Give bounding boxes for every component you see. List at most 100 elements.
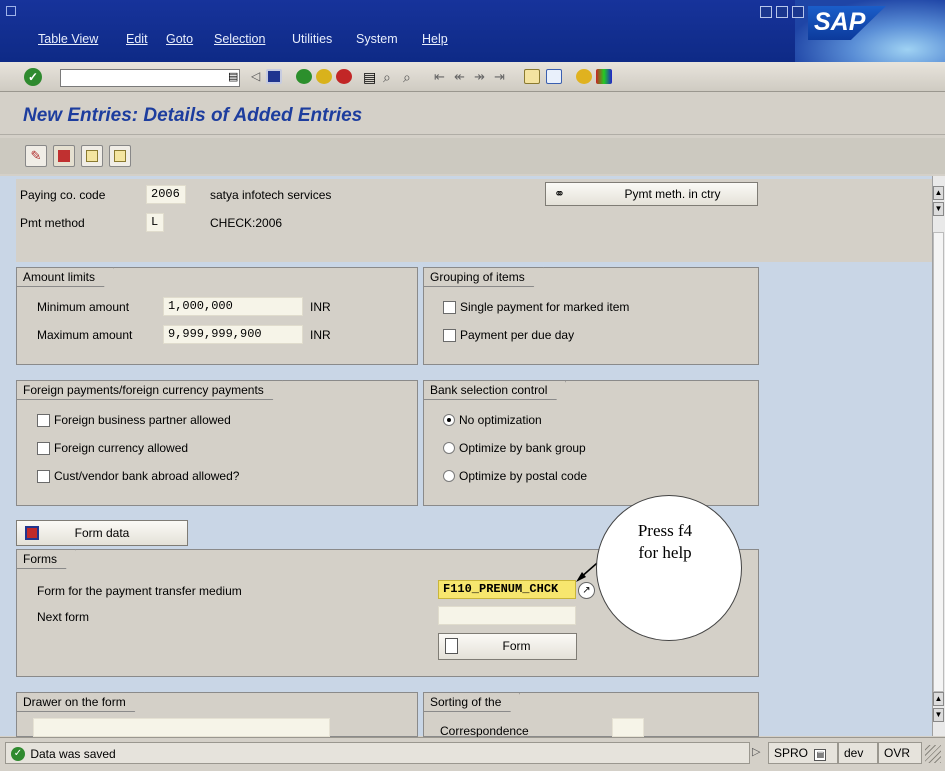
scroll-down-button[interactable]: ▼ (933, 202, 944, 216)
form-data-label: Form data (74, 526, 130, 540)
drawer-title: Drawer on the form (16, 692, 145, 712)
foreign-currency-label: Foreign currency allowed (54, 441, 189, 455)
per-due-day-label: Payment per due day (460, 328, 575, 342)
menu-system[interactable]: System (356, 32, 398, 46)
save-icon[interactable] (266, 69, 282, 84)
per-due-day-checkbox[interactable] (443, 329, 456, 342)
maximize-icon[interactable] (776, 6, 788, 18)
cancel-icon[interactable] (336, 69, 352, 84)
scroll-up-button[interactable]: ▲ (933, 186, 944, 200)
create-session-icon[interactable] (524, 69, 540, 84)
form-doc-icon (445, 638, 458, 654)
min-amount-field[interactable]: 1,000,000 (163, 297, 303, 316)
mode-box[interactable]: OVR (878, 742, 922, 764)
status-message: Data was saved (30, 746, 116, 761)
form-data-icon (25, 526, 39, 540)
amount-limits-title: Amount limits (16, 267, 114, 287)
foreign-partner-checkbox[interactable] (37, 414, 50, 427)
no-optimization-label: No optimization (459, 413, 542, 427)
back-arrow-icon[interactable]: ◁ (251, 69, 260, 83)
scroll-thumb[interactable] (933, 232, 944, 692)
paying-code-label: Paying co. code (20, 188, 106, 202)
amount-limits-group: Amount limits (16, 267, 418, 365)
grouping-group: Grouping of items (423, 267, 759, 365)
foreign-partner-label: Foreign business partner allowed (54, 413, 231, 427)
application-toolbar (0, 138, 945, 174)
callout-text: Press f4 for help (637, 521, 693, 562)
window-icon[interactable] (6, 6, 16, 16)
minimize-icon[interactable] (760, 6, 772, 18)
shortcut-icon[interactable] (546, 69, 562, 84)
no-optimization-radio[interactable] (443, 414, 455, 426)
find-next-icon[interactable]: ⌕ (403, 69, 411, 86)
menu-help[interactable]: Help (422, 32, 448, 46)
optimize-postal-radio[interactable] (443, 470, 455, 482)
scroll-up-button-lower[interactable]: ▲ (933, 692, 944, 706)
system-box[interactable]: SPRO ▤ (768, 742, 838, 764)
correspondence-label: Correspondence (440, 724, 529, 737)
menu-selection[interactable]: Selection (214, 32, 265, 46)
menu-table-view[interactable]: Table View (38, 32, 98, 46)
scroll-down-button-lower[interactable]: ▼ (933, 708, 944, 722)
status-message-box[interactable]: ✓ Data was saved (5, 742, 750, 764)
forms-title: Forms (16, 549, 76, 569)
change-display-icon[interactable]: ✎ (25, 145, 47, 167)
pmt-method-label: Pmt method (20, 216, 85, 230)
form-button[interactable]: Form (438, 633, 577, 660)
f4-help-callout (596, 495, 742, 641)
find-icon[interactable]: ⌕ (383, 69, 391, 86)
status-expand-icon[interactable]: ▷ (752, 745, 760, 758)
layout-menu-icon[interactable] (596, 69, 612, 84)
next-form-field[interactable] (438, 606, 576, 625)
system-name: SPRO (774, 746, 809, 760)
print-icon[interactable]: ▤ (363, 69, 376, 86)
optimize-bank-group-label: Optimize by bank group (459, 441, 586, 455)
close-icon[interactable] (792, 6, 804, 18)
exit-icon[interactable] (316, 69, 332, 84)
optimize-bank-group-radio[interactable] (443, 442, 455, 454)
next-page-icon[interactable]: ↠ (474, 69, 485, 85)
command-field[interactable] (60, 69, 240, 87)
pmt-method-field[interactable]: L (146, 213, 164, 232)
command-history-icon[interactable]: ▤ (228, 70, 238, 83)
next-form-label: Next form (37, 610, 90, 624)
grouping-title: Grouping of items (423, 267, 544, 287)
resize-grip[interactable] (925, 745, 941, 763)
pymt-meth-ctry-button[interactable]: ⚭ Pymt meth. in ctry (545, 182, 758, 206)
max-currency: INR (310, 328, 331, 342)
menu-goto[interactable]: Goto (166, 32, 193, 46)
last-page-icon[interactable]: ⇥ (494, 69, 505, 85)
help-icon[interactable] (576, 69, 592, 84)
optimize-postal-label: Optimize by postal code (459, 469, 588, 483)
back-icon[interactable] (296, 69, 312, 84)
paying-code-field[interactable]: 2006 (146, 185, 186, 204)
client-box: dev (838, 742, 878, 764)
previous-entry-icon[interactable] (81, 145, 103, 167)
drawer-field[interactable] (33, 718, 330, 737)
bank-selection-title: Bank selection control (423, 380, 566, 400)
company-name: satya infotech services (210, 188, 332, 202)
transfer-form-label: Form for the payment transfer medium (37, 584, 242, 598)
transfer-form-field[interactable]: F110_PRENUM_CHCK (438, 580, 576, 599)
country-icon: ⚭ (554, 186, 565, 201)
next-entry-icon[interactable] (109, 145, 131, 167)
menu-edit[interactable]: Edit (126, 32, 148, 46)
pymt-meth-ctry-label: Pymt meth. in ctry (624, 187, 721, 201)
enter-icon[interactable]: ✓ (24, 68, 42, 86)
foreign-currency-checkbox[interactable] (37, 442, 50, 455)
bank-abroad-label: Cust/vendor bank abroad allowed? (54, 469, 240, 483)
delete-icon[interactable] (53, 145, 75, 167)
first-page-icon[interactable]: ⇤ (434, 69, 445, 85)
system-info-icon[interactable]: ▤ (814, 749, 827, 761)
min-amount-label: Minimum amount (37, 300, 130, 314)
previous-page-icon[interactable]: ↞ (454, 69, 465, 85)
min-currency: INR (310, 300, 331, 314)
bank-abroad-checkbox[interactable] (37, 470, 50, 483)
page-title: New Entries: Details of Added Entries (23, 105, 363, 126)
pmt-method-desc: CHECK:2006 (210, 216, 283, 230)
single-payment-checkbox[interactable] (443, 301, 456, 314)
correspondence-field[interactable] (612, 718, 644, 737)
menu-utilities[interactable]: Utilities (292, 32, 332, 46)
max-amount-field[interactable]: 9,999,999,900 (163, 325, 303, 344)
form-data-button[interactable]: Form data (16, 520, 188, 546)
